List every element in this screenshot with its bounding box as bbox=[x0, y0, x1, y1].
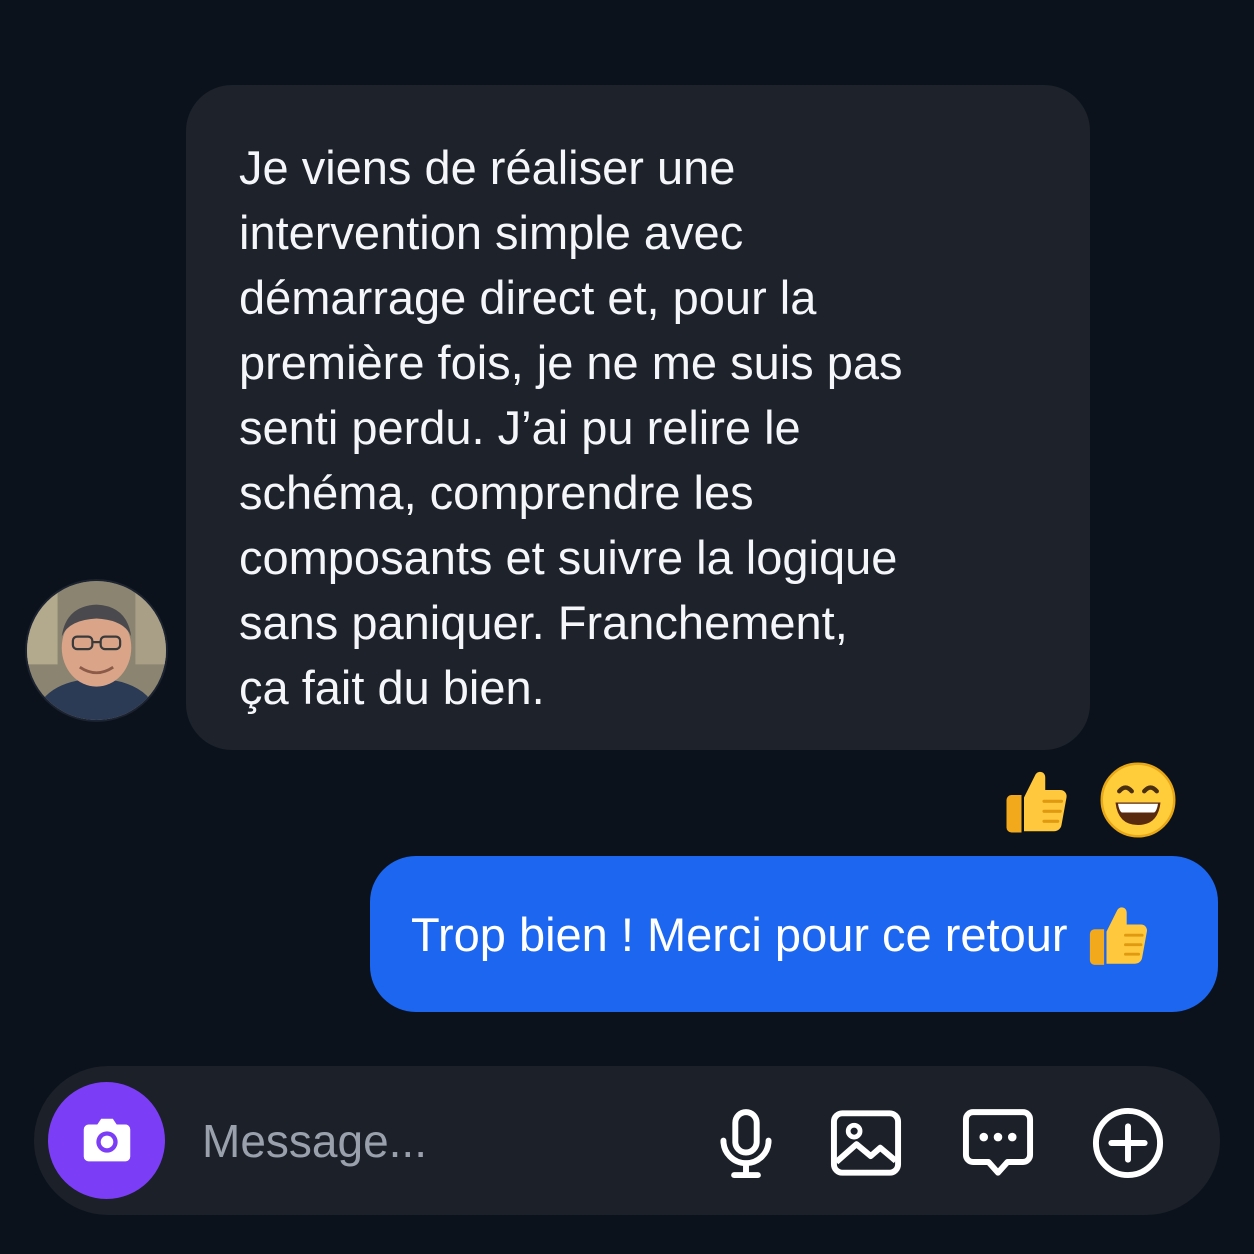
message-line: sans paniquer. Franchement, bbox=[239, 596, 848, 649]
message-line: première fois, je ne me suis pas bbox=[239, 336, 903, 389]
image-icon bbox=[830, 1110, 902, 1176]
camera-icon bbox=[83, 1118, 130, 1161]
message-line: démarrage direct et, pour la bbox=[239, 271, 817, 324]
contact-avatar[interactable] bbox=[27, 581, 166, 720]
voice-message-button[interactable] bbox=[708, 1105, 784, 1181]
message-line: schéma, comprendre les bbox=[239, 466, 754, 519]
message-input[interactable] bbox=[202, 1104, 682, 1178]
thumbs-up-emoji-icon bbox=[1078, 896, 1154, 972]
message-reactions[interactable] bbox=[994, 760, 1194, 840]
outgoing-message-bubble[interactable]: Trop bien ! Merci pour ce retour bbox=[370, 856, 1218, 1012]
outgoing-message-text: Trop bien ! Merci pour ce retour bbox=[411, 907, 1068, 961]
microphone-icon bbox=[720, 1109, 772, 1179]
gallery-button[interactable] bbox=[828, 1105, 904, 1181]
camera-button[interactable] bbox=[48, 1082, 165, 1199]
message-line: senti perdu. J’ai pu relire le bbox=[239, 401, 801, 454]
chat-screen: Je viens de réaliser une intervention si… bbox=[0, 0, 1254, 1254]
add-button[interactable] bbox=[1090, 1105, 1166, 1181]
message-line: composants et suivre la logique bbox=[239, 531, 898, 584]
thumbs-up-emoji-icon[interactable] bbox=[994, 760, 1074, 840]
grinning-face-emoji-icon[interactable] bbox=[1098, 760, 1178, 840]
message-line: Je viens de réaliser une bbox=[239, 141, 736, 194]
plus-circle-icon bbox=[1092, 1107, 1164, 1179]
user-avatar-icon bbox=[27, 581, 166, 720]
more-options-button[interactable] bbox=[960, 1105, 1036, 1181]
chat-bubble-icon bbox=[962, 1109, 1034, 1176]
message-line: ça fait du bien. bbox=[239, 661, 545, 714]
message-line: intervention simple avec bbox=[239, 206, 744, 259]
message-composer bbox=[34, 1066, 1220, 1215]
incoming-message-bubble[interactable]: Je viens de réaliser une intervention si… bbox=[186, 85, 1090, 750]
